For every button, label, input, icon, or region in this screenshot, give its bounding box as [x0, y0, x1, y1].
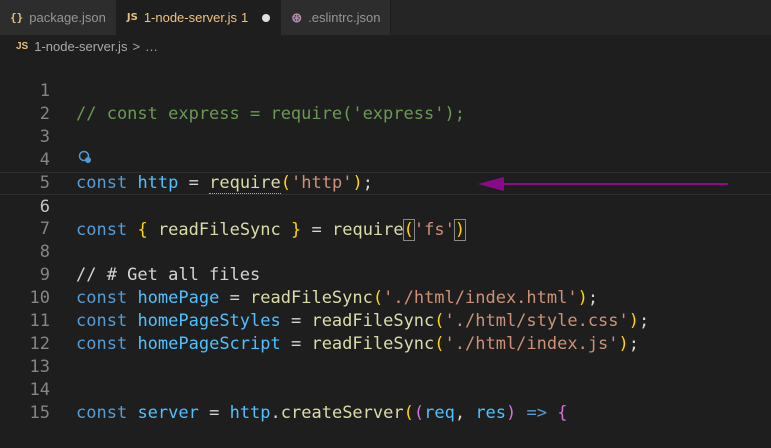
annotation-arrow [478, 177, 728, 191]
parameter: req [424, 403, 455, 423]
code-line: 8 // # Get all files [0, 218, 771, 285]
tab-package-json[interactable]: {} package.json [0, 0, 117, 35]
tab-node-server-js[interactable]: JS 1-node-server.js 1 [116, 0, 282, 35]
brace: { [557, 403, 568, 423]
tab-eslintrc-json[interactable]: ⊛ .eslintrc.json [281, 0, 392, 35]
object-name: http [229, 403, 271, 423]
code-line: 1 // const express = require('express'); [0, 57, 771, 124]
code-line: 12 [0, 310, 771, 354]
paren: ( [403, 403, 414, 423]
tab-bar: {} package.json JS 1-node-server.js 1 ⊛ … [0, 0, 771, 35]
code-line: 9 const homePage = readFileSync('./html/… [0, 241, 771, 308]
breadcrumb-separator: > [132, 38, 141, 54]
breadcrumb: JS 1-node-server.js > … [0, 35, 771, 57]
breadcrumb-file[interactable]: 1-node-server.js [34, 39, 127, 54]
function-name: createServer [280, 403, 404, 423]
breadcrumb-more[interactable]: … [145, 39, 158, 54]
parameter: res [475, 403, 507, 423]
json-file-icon: {} [10, 11, 24, 24]
tab-label: .eslintrc.json [308, 10, 381, 25]
paren: ( [413, 403, 425, 423]
js-file-icon: JS [16, 40, 29, 52]
dot: . [270, 403, 281, 423]
code-line: 14 const server = http.createServer((req… [0, 356, 771, 423]
lightbulb-icon[interactable] [78, 150, 92, 164]
code-editor[interactable]: 1 // const express = require('express');… [0, 57, 771, 423]
code-line: 10 const homePageStyles = readFileSync('… [0, 264, 771, 331]
js-file-icon: JS [126, 12, 138, 23]
keyword: const [76, 403, 128, 423]
operator: = [198, 403, 230, 423]
unsaved-dot-icon[interactable] [262, 13, 271, 22]
comma: , [454, 403, 476, 423]
paren: ) [506, 403, 517, 423]
code-line: 13 [0, 333, 771, 377]
code-line: 5 [0, 149, 771, 193]
arrow-operator: => [516, 403, 558, 423]
tab-label: 1-node-server.js [143, 10, 238, 25]
code-line: 3 [0, 103, 771, 147]
code-line: 11 const homePageScript = readFileSync('… [0, 287, 771, 354]
code-line: 4 const http = require('http'); [0, 126, 771, 194]
code-line: 2 [0, 80, 771, 124]
error-count-badge: 1 [241, 10, 249, 25]
code-line: 7 [0, 195, 771, 239]
variable: server [137, 403, 199, 423]
tab-label: package.json [29, 10, 106, 25]
code-line: 15 [0, 379, 771, 423]
eslint-file-icon: ⊛ [291, 9, 303, 25]
line-number: 15 [29, 403, 50, 423]
